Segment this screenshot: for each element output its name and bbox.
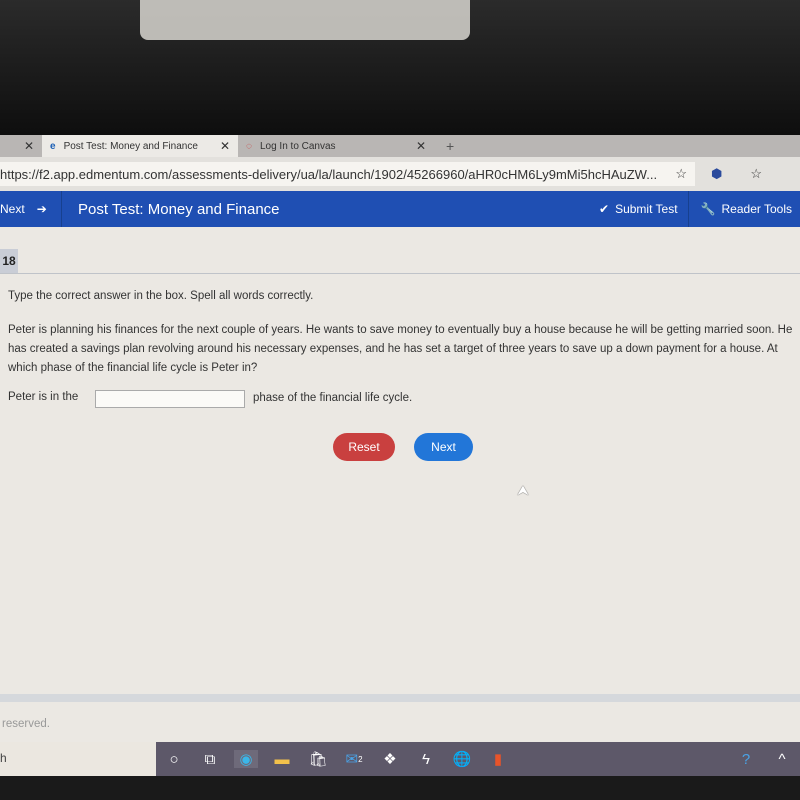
next-label: Next [0, 202, 25, 216]
test-header: Next ➔ Post Test: Money and Finance ✔ Subm… [0, 191, 800, 227]
tab-bar: ✕ e Post Test: Money and Finance ✕ ◌ Log… [0, 135, 800, 157]
new-tab-button[interactable]: + [438, 135, 462, 157]
favorites-icon[interactable]: ☆ [750, 166, 762, 182]
question-panel: 18 Type the correct answer in the box. S… [0, 227, 800, 742]
app-bolt-icon[interactable]: ϟ [414, 750, 438, 768]
mouse-cursor-icon: ⮝ [517, 482, 529, 498]
submit-label: Submit Test [615, 202, 678, 216]
footer-text: reserved. [2, 718, 50, 730]
footer-divider [0, 694, 800, 702]
answer-input[interactable] [95, 390, 245, 408]
file-explorer-icon[interactable]: ▬ [270, 750, 294, 768]
close-icon[interactable]: ✕ [24, 139, 34, 153]
search-box[interactable]: h [0, 751, 7, 765]
plus-icon: + [446, 138, 455, 154]
edge-icon[interactable]: ◉ [234, 750, 258, 768]
answer-suffix: phase of the financial life cycle. [253, 392, 413, 404]
canvas-icon: ◌ [246, 140, 252, 152]
question-prompt: Peter is planning his finances for the n… [8, 324, 793, 374]
extension-icon[interactable]: ⬢ [711, 166, 722, 182]
tab-label: Log In to Canvas [259, 140, 336, 152]
page-title: Post Test: Money and Finance [78, 200, 280, 218]
reset-button[interactable]: Reset [333, 433, 395, 461]
address-bar-row: https://f2.app.edmentum.com/assessments-… [0, 157, 800, 191]
submit-test-button[interactable]: ✔ Submit Test [589, 191, 689, 227]
mail-icon[interactable]: ✉ 2 [342, 750, 366, 768]
instruction-text: Type the correct answer in the box. Spel… [8, 290, 314, 302]
star-icon[interactable]: ☆ [675, 166, 687, 182]
taskbar: h ○ ⧉ ◉ ▬ 🛍 ✉ 2 ❖ ϟ 🌐 ▮ ? ^ [0, 742, 800, 776]
background-photo [0, 0, 800, 135]
tab-post-test[interactable]: e Post Test: Money and Finance ✕ [42, 135, 238, 157]
wrench-icon: 🔧 [700, 202, 716, 216]
reader-tools-label: Reader Tools [721, 202, 793, 216]
tab-canvas[interactable]: ◌ Log In to Canvas ✕ [238, 135, 434, 157]
task-view-icon[interactable]: ⧉ [198, 750, 222, 768]
globe-icon[interactable]: 🌐 [450, 750, 474, 768]
url-text: https://f2.app.edmentum.com/assessments-… [0, 166, 658, 182]
address-bar[interactable]: https://f2.app.edmentum.com/assessments-… [0, 162, 695, 186]
office-icon[interactable]: ▮ [486, 750, 510, 768]
tab-previous[interactable]: ✕ [0, 135, 42, 157]
question-number: 18 [0, 249, 18, 273]
chevron-up-icon[interactable]: ^ [770, 750, 794, 768]
store-icon[interactable]: 🛍 [306, 750, 330, 768]
next-nav-button[interactable]: Next ➔ [0, 191, 62, 227]
help-icon[interactable]: ? [734, 750, 758, 768]
arrow-right-circle-icon: ➔ [36, 202, 47, 216]
next-button[interactable]: Next [414, 433, 473, 461]
answer-prefix: Peter is in the [8, 391, 79, 403]
close-icon[interactable]: ✕ [416, 139, 426, 153]
close-icon[interactable]: ✕ [220, 139, 230, 153]
dropbox-icon[interactable]: ❖ [378, 750, 402, 768]
sticker [140, 0, 470, 40]
mail-badge: 2 [358, 754, 363, 764]
tab-label: Post Test: Money and Finance [63, 140, 198, 152]
edge-e-icon: e [50, 140, 56, 152]
cortana-icon[interactable]: ○ [162, 750, 186, 768]
reader-tools-button[interactable]: 🔧 Reader Tools [689, 202, 800, 216]
divider [0, 273, 800, 274]
check-circle-icon: ✔ [599, 202, 610, 216]
